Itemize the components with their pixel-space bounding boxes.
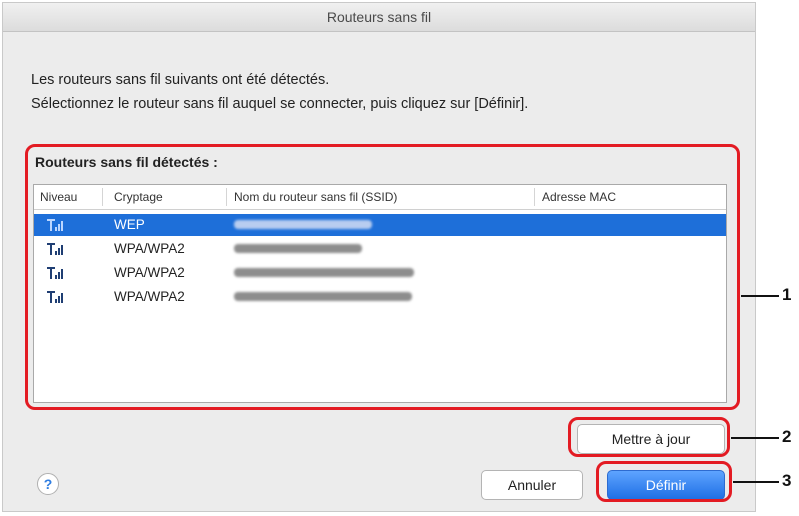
- help-icon[interactable]: ?: [37, 473, 59, 495]
- callout-leader-3: [733, 481, 779, 483]
- window-title: Routeurs sans fil: [326, 9, 432, 25]
- instruction-line-1: Les routeurs sans fil suivants ont été d…: [31, 72, 330, 88]
- callout-number-2: 2: [782, 427, 792, 446]
- callout-router-list: [25, 144, 740, 410]
- callout-leader-2: [731, 437, 779, 439]
- callout-leader-1: [741, 295, 779, 297]
- cancel-button[interactable]: Annuler: [481, 470, 583, 500]
- callout-number-3: 3: [782, 471, 792, 490]
- callout-update-button: [568, 417, 730, 457]
- callout-set-button: [596, 461, 732, 502]
- instruction-line-2: Sélectionnez le routeur sans fil auquel …: [31, 96, 529, 112]
- instruction-text: Les routeurs sans fil suivants ont été d…: [31, 68, 528, 116]
- callout-number-1: 1: [782, 285, 792, 304]
- title-bar: Routeurs sans fil: [3, 3, 755, 32]
